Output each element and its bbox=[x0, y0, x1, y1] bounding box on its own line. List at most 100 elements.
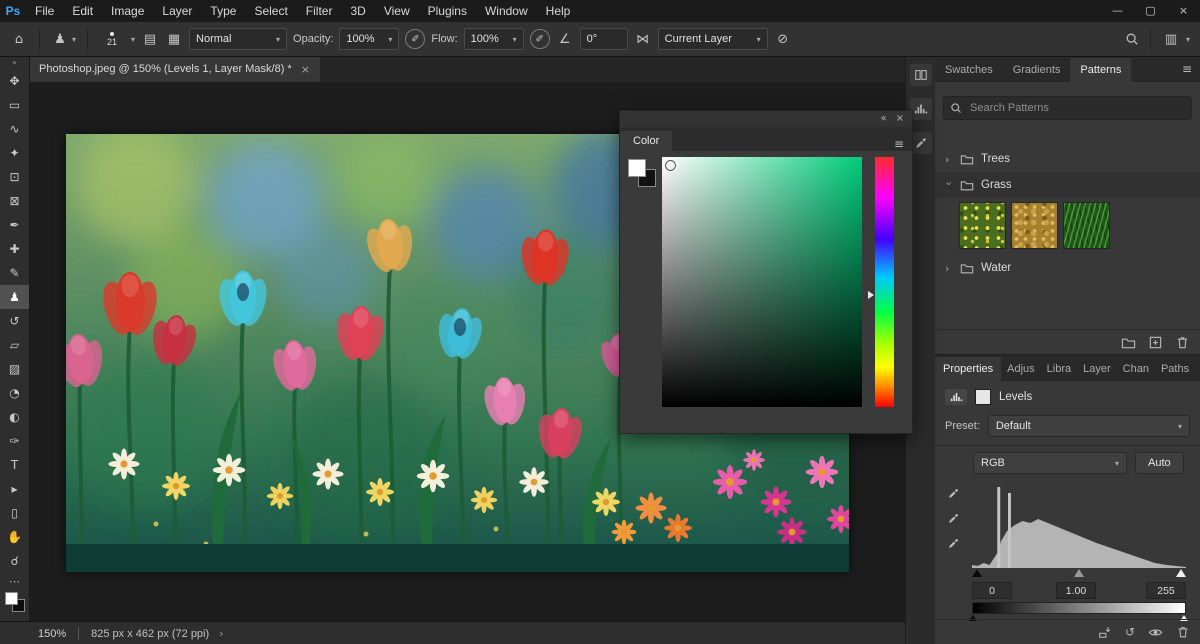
tab-patterns[interactable]: Patterns bbox=[1070, 58, 1131, 82]
pattern-search-box[interactable] bbox=[943, 96, 1192, 120]
gradient-tool[interactable]: ▨ bbox=[0, 357, 29, 381]
menu-view[interactable]: View bbox=[375, 0, 419, 22]
tab-paths[interactable]: Paths bbox=[1155, 357, 1195, 381]
zoom-level-field[interactable]: 150% bbox=[38, 628, 66, 640]
gray-point-eyedropper-icon[interactable] bbox=[945, 510, 961, 526]
clone-stamp-tool[interactable]: ♟ bbox=[0, 285, 29, 309]
move-tool[interactable]: ✥ bbox=[0, 69, 29, 93]
hue-slider[interactable] bbox=[875, 157, 894, 407]
menu-edit[interactable]: Edit bbox=[63, 0, 102, 22]
brush-tool[interactable]: ✎ bbox=[0, 261, 29, 285]
eyedropper-tool[interactable]: ✒ bbox=[0, 213, 29, 237]
menu-layer[interactable]: Layer bbox=[153, 0, 201, 22]
toolbar-collapse-handle[interactable]: » bbox=[12, 56, 17, 69]
channel-select[interactable]: RGB ▾ bbox=[973, 452, 1127, 474]
black-input-value[interactable]: 0 bbox=[972, 582, 1012, 599]
pattern-thumbnail-flower-field[interactable] bbox=[959, 202, 1006, 249]
document-tab[interactable]: Photoshop.jpeg @ 150% (Levels 1, Layer M… bbox=[29, 56, 320, 82]
chevron-down-icon[interactable]: ▾ bbox=[131, 35, 135, 44]
gamma-input-slider[interactable] bbox=[1074, 569, 1084, 577]
menu-select[interactable]: Select bbox=[245, 0, 296, 22]
tab-gradients[interactable]: Gradients bbox=[1003, 58, 1071, 82]
foreground-background-swatches[interactable] bbox=[5, 592, 25, 612]
gamma-input-value[interactable]: 1.00 bbox=[1056, 582, 1096, 599]
hand-tool[interactable]: ✋ bbox=[0, 525, 29, 549]
zoom-tool[interactable]: ☌ bbox=[0, 549, 29, 573]
pen-tool[interactable]: ✑ bbox=[0, 429, 29, 453]
ignore-adjustment-layers-icon[interactable]: ⊘ bbox=[774, 32, 792, 47]
menu-file[interactable]: File bbox=[26, 0, 63, 22]
white-point-eyedropper-icon[interactable] bbox=[945, 535, 961, 551]
edit-toolbar-button[interactable]: ⋯ bbox=[9, 575, 20, 588]
pattern-group-grass[interactable]: › Grass bbox=[935, 172, 1200, 198]
tab-layers[interactable]: Layer bbox=[1077, 357, 1117, 381]
tool-preset-picker[interactable]: ♟ ▾ bbox=[51, 32, 76, 47]
saturation-brightness-field[interactable] bbox=[662, 157, 862, 407]
chevron-right-icon[interactable]: › bbox=[945, 262, 953, 275]
home-icon[interactable]: ⌂ bbox=[10, 32, 28, 47]
status-options-chevron[interactable]: › bbox=[219, 627, 223, 640]
clip-to-layer-icon[interactable] bbox=[1098, 625, 1112, 639]
rectangle-tool[interactable]: ▯ bbox=[0, 501, 29, 525]
auto-button[interactable]: Auto bbox=[1135, 452, 1184, 474]
black-point-eyedropper-icon[interactable] bbox=[945, 485, 961, 501]
opacity-select[interactable]: 100% ▾ bbox=[339, 28, 399, 50]
new-pattern-icon[interactable] bbox=[1148, 335, 1163, 350]
path-selection-tool[interactable]: ▸ bbox=[0, 477, 29, 501]
blend-mode-select[interactable]: Normal ▾ bbox=[189, 28, 287, 50]
crop-tool[interactable]: ⊡ bbox=[0, 165, 29, 189]
tab-channels[interactable]: Chan bbox=[1117, 357, 1155, 381]
chevron-down-icon[interactable]: ▾ bbox=[1186, 35, 1190, 44]
white-input-value[interactable]: 255 bbox=[1146, 582, 1186, 599]
collapsed-panel-button[interactable] bbox=[910, 64, 932, 86]
spot-healing-brush-tool[interactable]: ✚ bbox=[0, 237, 29, 261]
close-panel-icon[interactable]: × bbox=[896, 111, 904, 127]
maximize-button[interactable]: ▢ bbox=[1134, 0, 1167, 22]
rectangular-marquee-tool[interactable]: ▭ bbox=[0, 93, 29, 117]
menu-plugins[interactable]: Plugins bbox=[419, 0, 476, 22]
symmetry-icon[interactable]: ⋈ bbox=[634, 32, 652, 47]
pattern-thumbnail-green-grass[interactable] bbox=[1063, 202, 1110, 249]
pattern-group-trees[interactable]: › Trees bbox=[935, 146, 1200, 172]
close-tab-icon[interactable]: × bbox=[301, 63, 310, 76]
foreground-color-swatch[interactable] bbox=[5, 592, 18, 605]
tab-swatches[interactable]: Swatches bbox=[935, 58, 1003, 82]
tab-libraries[interactable]: Libra bbox=[1041, 357, 1077, 381]
reset-icon[interactable]: ↺ bbox=[1125, 625, 1135, 639]
brush-panel-toggle-icon[interactable]: ▦ bbox=[165, 32, 183, 47]
menu-type[interactable]: Type bbox=[201, 0, 245, 22]
brush-angle-input[interactable]: 0° bbox=[580, 28, 628, 50]
airbrush-icon[interactable]: ✐ bbox=[530, 29, 550, 49]
new-group-icon[interactable] bbox=[1121, 335, 1136, 350]
menu-window[interactable]: Window bbox=[476, 0, 537, 22]
tab-properties[interactable]: Properties bbox=[935, 357, 1001, 381]
panel-menu-icon[interactable]: ≡ bbox=[1174, 62, 1200, 76]
menu-3d[interactable]: 3D bbox=[341, 0, 374, 22]
dodge-tool[interactable]: ◐ bbox=[0, 405, 29, 429]
type-tool[interactable]: T bbox=[0, 453, 29, 477]
menu-filter[interactable]: Filter bbox=[297, 0, 342, 22]
delete-adjustment-icon[interactable] bbox=[1176, 625, 1190, 639]
chevron-right-icon[interactable]: › bbox=[945, 153, 953, 166]
sample-select[interactable]: Current Layer ▾ bbox=[658, 28, 768, 50]
chevron-expanded-icon[interactable]: › bbox=[943, 181, 956, 189]
pressure-opacity-icon[interactable]: ✐ bbox=[405, 29, 425, 49]
menu-image[interactable]: Image bbox=[102, 0, 153, 22]
brush-preset-picker[interactable]: 21 bbox=[99, 32, 125, 47]
delete-icon[interactable] bbox=[1175, 335, 1190, 350]
layer-mask-thumbnail[interactable] bbox=[975, 389, 991, 405]
pattern-thumbnail-dry-grass[interactable] bbox=[1011, 202, 1058, 249]
blur-tool[interactable]: ◔ bbox=[0, 381, 29, 405]
workspace-icon[interactable]: ▥ bbox=[1162, 32, 1180, 47]
hue-slider-handle[interactable] bbox=[868, 291, 874, 299]
tab-color[interactable]: Color bbox=[620, 131, 672, 151]
tab-adjustments[interactable]: Adjus bbox=[1001, 357, 1041, 381]
search-icon[interactable] bbox=[1125, 32, 1139, 46]
output-levels-gradient[interactable] bbox=[972, 602, 1186, 614]
flow-select[interactable]: 100% ▾ bbox=[464, 28, 524, 50]
search-input[interactable] bbox=[968, 101, 1185, 115]
visibility-eye-icon[interactable] bbox=[1148, 625, 1163, 640]
color-field-marker[interactable] bbox=[665, 160, 676, 171]
white-input-slider[interactable] bbox=[1176, 569, 1186, 577]
menu-help[interactable]: Help bbox=[537, 0, 580, 22]
